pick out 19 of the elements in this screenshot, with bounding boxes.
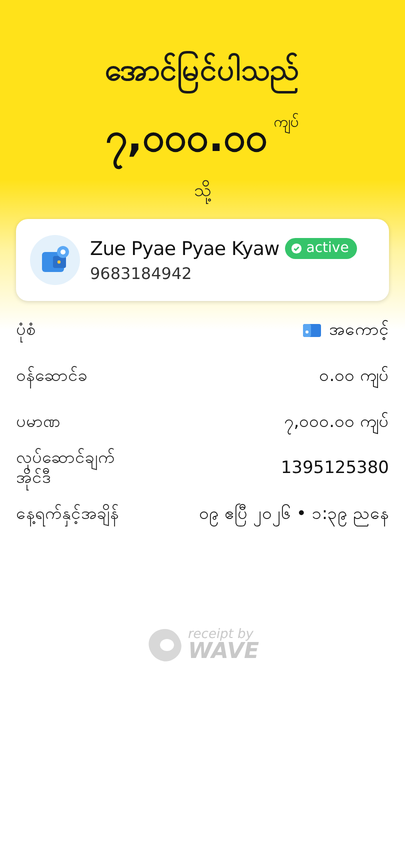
detail-value: 1395125380 — [280, 458, 389, 478]
wave-logo-icon — [146, 627, 184, 663]
detail-label: လုပ်ဆောင်ချက် အိုင်ဒီ — [16, 448, 146, 488]
wallet-icon — [303, 323, 321, 337]
phone-number: 9683184942 — [90, 264, 193, 282]
detail-label: ပုံစံ — [16, 320, 36, 340]
recipient-name: Zue Pyae Pyae Kyaw — [90, 238, 280, 260]
detail-value: ၀၉ ဧပြီ ၂၀၂၆ • ၁:၃၉ ညနေ — [199, 502, 389, 526]
detail-value: အကောင့် — [329, 318, 389, 342]
status-badge: active — [285, 238, 357, 259]
detail-value: ၀.၀၀ ကျပ် — [319, 364, 389, 388]
direction-label: သို့ — [194, 178, 211, 205]
amount: ၇,၀၀၀.၀၀ — [105, 108, 268, 172]
detail-value: ၇,၀၀၀.၀၀ ကျပ် — [284, 410, 389, 434]
currency-label: ကျပ် — [274, 112, 300, 134]
detail-label: ပမာဏ — [16, 412, 61, 432]
detail-label: နေ့ရက်နှင့်အချိန် — [16, 504, 119, 524]
status-title: အောင်မြင်ပါသည် — [105, 50, 300, 92]
detail-label: ဝန်ဆောင်ခ — [16, 366, 88, 386]
